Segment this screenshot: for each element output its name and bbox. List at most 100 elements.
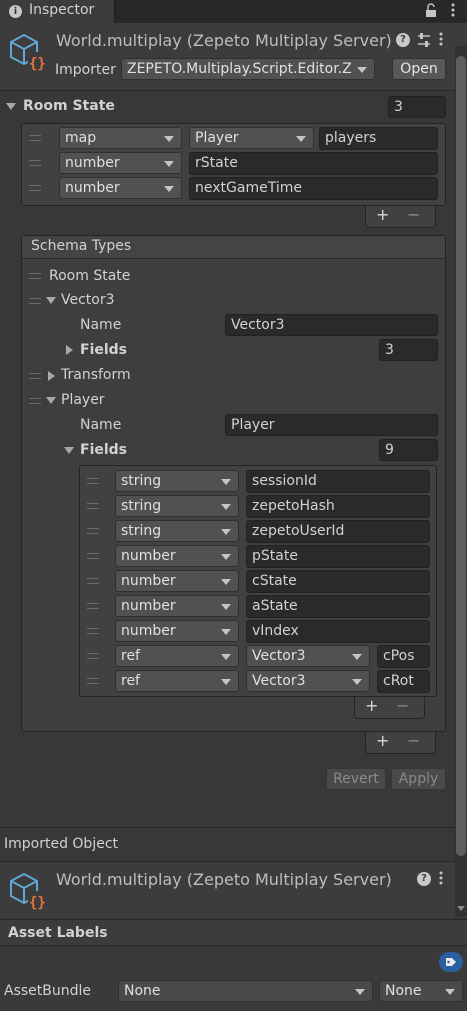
player-field-type-dropdown[interactable]: string bbox=[115, 470, 239, 492]
player-field-name-input[interactable]: zepetoUserId bbox=[246, 520, 430, 543]
chevron-down-icon bbox=[164, 161, 174, 167]
schema-item-transform[interactable]: Transform bbox=[61, 367, 131, 383]
schema-item-room-state[interactable]: Room State bbox=[49, 268, 130, 284]
drag-handle-icon[interactable] bbox=[29, 135, 41, 141]
player-name-input[interactable]: Player bbox=[225, 414, 438, 436]
chevron-down-icon bbox=[296, 136, 306, 142]
scroll-down-icon[interactable] bbox=[457, 906, 465, 911]
drag-handle-icon[interactable] bbox=[87, 603, 99, 609]
player-field-name-input[interactable]: cState bbox=[246, 570, 430, 593]
player-field-type: number bbox=[121, 598, 176, 614]
room-field-subtype-dropdown[interactable]: Player bbox=[189, 127, 314, 149]
room-state-foldout-icon[interactable] bbox=[6, 103, 16, 110]
chevron-down-icon bbox=[221, 679, 231, 685]
player-field-type-dropdown[interactable]: string bbox=[115, 495, 239, 517]
preset-icon[interactable] bbox=[417, 32, 431, 48]
schema-item-vector3[interactable]: Vector3 bbox=[61, 292, 115, 308]
drag-handle-icon[interactable] bbox=[87, 578, 99, 584]
room-field-name-input[interactable]: rState bbox=[189, 152, 438, 175]
room-field-type-dropdown[interactable]: map bbox=[59, 127, 182, 149]
player-field-name-input[interactable]: aState bbox=[246, 595, 430, 618]
room-field-type-dropdown[interactable]: number bbox=[59, 152, 182, 174]
assetbundle-variant-dropdown[interactable]: None bbox=[379, 980, 463, 1002]
assetbundle-variant-value: None bbox=[385, 983, 422, 999]
drag-handle-icon[interactable] bbox=[29, 373, 41, 379]
drag-handle-icon[interactable] bbox=[29, 185, 41, 191]
player-field-type-dropdown[interactable]: ref bbox=[115, 645, 239, 667]
add-icon[interactable]: + bbox=[376, 205, 389, 224]
help-icon[interactable]: ? bbox=[396, 33, 410, 47]
chevron-down-icon bbox=[221, 554, 231, 560]
player-field-type-dropdown[interactable]: number bbox=[115, 570, 239, 592]
tag-icon[interactable] bbox=[439, 952, 463, 972]
assetbundle-label: AssetBundle bbox=[4, 983, 92, 999]
drag-handle-icon[interactable] bbox=[87, 528, 99, 534]
help-icon[interactable]: ? bbox=[417, 872, 431, 886]
add-icon[interactable]: + bbox=[376, 731, 389, 750]
importer-dropdown[interactable]: ZEPETO.Multiplay.Script.Editor.Z bbox=[121, 58, 375, 80]
player-foldout-icon[interactable] bbox=[46, 397, 56, 404]
player-fields-count[interactable]: 9 bbox=[379, 439, 438, 461]
drag-handle-icon[interactable] bbox=[29, 160, 41, 166]
player-field-type-dropdown[interactable]: string bbox=[115, 520, 239, 542]
drag-handle-icon[interactable] bbox=[29, 298, 41, 304]
context-menu-icon[interactable] bbox=[439, 871, 445, 887]
add-icon[interactable]: + bbox=[365, 696, 378, 715]
vector3-foldout-icon[interactable] bbox=[46, 297, 56, 304]
player-field-subtype-dropdown[interactable]: Vector3 bbox=[246, 670, 370, 692]
drag-handle-icon[interactable] bbox=[87, 553, 99, 559]
room-field-type-dropdown[interactable]: number bbox=[59, 177, 182, 199]
player-field-type-dropdown[interactable]: ref bbox=[115, 670, 239, 692]
drag-handle-icon[interactable] bbox=[29, 273, 41, 279]
vector3-name-input[interactable]: Vector3 bbox=[225, 314, 438, 336]
room-field-name-input[interactable]: players bbox=[319, 127, 438, 150]
player-fields-foldout-icon[interactable] bbox=[64, 447, 74, 454]
drag-handle-icon[interactable] bbox=[87, 628, 99, 634]
chevron-down-icon bbox=[357, 67, 367, 73]
vector3-fields-count[interactable]: 3 bbox=[379, 339, 438, 361]
drag-handle-icon[interactable] bbox=[87, 653, 99, 659]
player-field-subtype: Vector3 bbox=[252, 648, 306, 664]
apply-button[interactable]: Apply bbox=[391, 768, 446, 790]
svg-text:{}: {} bbox=[29, 895, 46, 911]
chevron-down-icon bbox=[164, 136, 174, 142]
chevron-down-icon bbox=[352, 654, 362, 660]
player-field-type: number bbox=[121, 623, 176, 639]
lock-icon[interactable] bbox=[424, 3, 438, 19]
assetbundle-dropdown[interactable]: None bbox=[118, 980, 373, 1002]
player-field-name-input[interactable]: pState bbox=[246, 545, 430, 568]
drag-handle-icon[interactable] bbox=[87, 678, 99, 684]
player-field-name-input[interactable]: vIndex bbox=[246, 620, 430, 643]
player-field-type: number bbox=[121, 573, 176, 589]
player-field-type-dropdown[interactable]: number bbox=[115, 595, 239, 617]
player-field-type-dropdown[interactable]: number bbox=[115, 620, 239, 642]
transform-foldout-icon[interactable] bbox=[48, 371, 55, 381]
imported-object-title: World.multiplay (Zepeto Multiplay Server… bbox=[56, 870, 392, 889]
vector3-fields-foldout-icon[interactable] bbox=[66, 345, 73, 355]
player-field-name-input[interactable]: cPos bbox=[377, 645, 430, 668]
scrollbar-thumb[interactable] bbox=[456, 56, 466, 856]
menu-icon[interactable] bbox=[446, 3, 460, 19]
importer-label: Importer bbox=[55, 62, 116, 78]
tab-inspector[interactable]: i Inspector bbox=[0, 0, 115, 23]
schema-item-player[interactable]: Player bbox=[61, 392, 105, 408]
player-field-name-input[interactable]: zepetoHash bbox=[246, 495, 430, 518]
remove-icon[interactable]: − bbox=[396, 696, 409, 715]
remove-icon[interactable]: − bbox=[407, 205, 420, 224]
room-field-name-input[interactable]: nextGameTime bbox=[189, 177, 438, 200]
player-field-subtype-dropdown[interactable]: Vector3 bbox=[246, 645, 370, 667]
tab-inspector-label: Inspector bbox=[29, 2, 95, 18]
remove-icon[interactable]: − bbox=[407, 731, 420, 750]
context-menu-icon[interactable] bbox=[439, 32, 445, 48]
revert-button[interactable]: Revert bbox=[326, 768, 386, 790]
drag-handle-icon[interactable] bbox=[87, 503, 99, 509]
chevron-down-icon bbox=[221, 479, 231, 485]
player-field-type-dropdown[interactable]: number bbox=[115, 545, 239, 567]
player-field-name-input[interactable]: cRot bbox=[377, 670, 430, 693]
room-state-count[interactable]: 3 bbox=[388, 96, 446, 118]
drag-handle-icon[interactable] bbox=[87, 478, 99, 484]
drag-handle-icon[interactable] bbox=[29, 398, 41, 404]
player-field-name-input[interactable]: sessionId bbox=[246, 470, 430, 493]
player-field-type: string bbox=[121, 473, 162, 489]
open-button[interactable]: Open bbox=[392, 58, 446, 80]
